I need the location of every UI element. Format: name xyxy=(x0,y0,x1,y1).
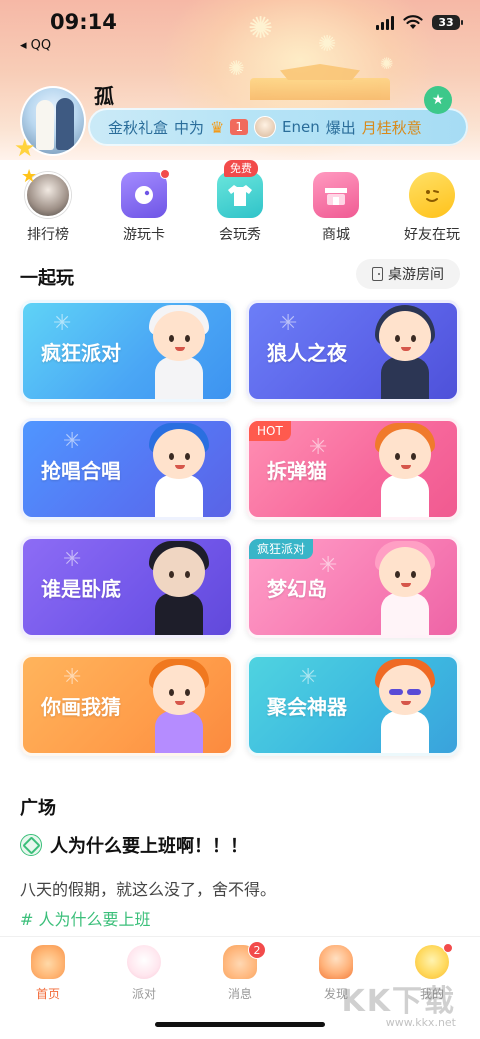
tab-home[interactable]: 首页 xyxy=(0,937,96,1039)
quick-label: 会玩秀 xyxy=(219,227,261,243)
quick-label: 好友在玩 xyxy=(404,227,460,243)
crown-icon: ♛ xyxy=(210,117,225,137)
singer-character xyxy=(133,421,223,517)
game-card-who-is-spy[interactable]: ✳ 谁是卧底 xyxy=(20,536,234,638)
red-bow-girl-character xyxy=(359,421,449,517)
crazy-party-tag: 疯狂派对 xyxy=(249,539,314,559)
room-button-label: 桌游房间 xyxy=(388,267,444,283)
sparkle-icon: ✳ xyxy=(63,429,82,454)
post-body[interactable]: 八天的假期，就这么没了，舍不得。 xyxy=(20,876,276,900)
bunny-party-icon xyxy=(127,945,161,979)
game-card-icon xyxy=(121,169,170,218)
notification-dot xyxy=(160,169,170,179)
game-card-bomb-cat[interactable]: HOT ✳ 拆弹猫 xyxy=(246,418,460,520)
shop-icon xyxy=(313,172,359,218)
game-title: 拆弹猫 xyxy=(267,459,327,483)
banner-verb: 爆出 xyxy=(325,118,356,137)
pink-hair-girl-character xyxy=(359,539,449,635)
topic-icon xyxy=(20,834,42,856)
post-title-text: 人为什么要上班啊！！！ xyxy=(50,836,248,857)
sparkle-icon: ✳ xyxy=(279,311,298,336)
wolf-costume-character xyxy=(359,303,449,399)
quick-shop[interactable]: 商城 xyxy=(288,172,384,244)
tab-label: 消息 xyxy=(227,987,252,1001)
post-hashtag[interactable]: # 人为什么要上班 xyxy=(20,906,151,930)
quick-label: 排行榜 xyxy=(27,227,69,243)
quick-friends-playing[interactable]: 好友在玩 xyxy=(384,172,480,244)
game-card-sing-chorus[interactable]: ✳ 抢唱合唱 xyxy=(20,418,234,520)
firework-icon: ✺ xyxy=(228,56,245,80)
door-icon xyxy=(372,267,383,281)
game-title: 狼人之夜 xyxy=(267,341,347,365)
firework-icon: ✺ xyxy=(248,11,274,46)
banner-item: 月桂秋意 xyxy=(361,118,422,137)
painter-girl-character xyxy=(133,657,223,753)
play-section-title: 一起玩 xyxy=(20,268,74,289)
quick-label: 游玩卡 xyxy=(123,227,165,243)
green-star-icon[interactable]: ★ xyxy=(424,86,452,114)
watermark-url: www.kkx.net xyxy=(385,1016,456,1029)
sparkle-icon: ✳ xyxy=(299,665,318,690)
friends-playing-icon xyxy=(409,172,455,218)
banner-mid: 中为 xyxy=(174,118,205,137)
plaza-section-title: 广场 xyxy=(20,798,56,819)
game-title: 抢唱合唱 xyxy=(41,459,121,483)
wifi-icon xyxy=(403,14,423,30)
crown-icon: ★ xyxy=(21,166,38,187)
quick-game-card[interactable]: 游玩卡 xyxy=(96,169,192,244)
quick-label: 商城 xyxy=(322,227,350,243)
quick-outfit-show[interactable]: 免费 会玩秀 xyxy=(192,160,288,244)
gift-announcement-banner[interactable]: 金秋礼盒 中为 ♛ 1 Enen 爆出 月桂秋意 xyxy=(88,108,468,146)
game-title: 梦幻岛 xyxy=(267,577,327,601)
game-card-crazy-party[interactable]: ✳ 疯狂派对 xyxy=(20,300,234,402)
game-title: 聚会神器 xyxy=(267,695,347,719)
status-indicators: 33 xyxy=(376,14,463,30)
home-indicator[interactable] xyxy=(155,1022,325,1027)
outfit-show-icon xyxy=(217,172,263,218)
cellular-signal-icon xyxy=(376,14,394,30)
game-title: 你画我猜 xyxy=(41,695,121,719)
sunglasses-girl-character xyxy=(359,657,449,753)
astronaut-character xyxy=(133,303,223,399)
banner-user: Enen xyxy=(282,118,320,136)
message-count-badge: 2 xyxy=(248,941,266,959)
rank-badge: 1 xyxy=(230,119,249,135)
quick-actions-row: ★ 排行榜 游玩卡 免费 会玩秀 商城 好友在玩 xyxy=(0,160,480,244)
battery-icon: 33 xyxy=(432,14,463,30)
plaza-post-title[interactable]: 人为什么要上班啊！！！ xyxy=(20,832,248,858)
header-banner-area: ✺ ✺ ✺ ✺ 09:14 ◂ QQ 33 ★ 孤 金秋礼盒 中为 ♛ 1 En… xyxy=(0,0,480,160)
game-card-werewolf-night[interactable]: ✳ 狼人之夜 xyxy=(246,300,460,402)
game-card-party-tool[interactable]: ✳ 聚会神器 xyxy=(246,654,460,756)
star-icon: ★ xyxy=(14,134,36,160)
palace-illustration xyxy=(250,78,390,100)
watermark-logo: KK下载 xyxy=(341,984,456,1019)
firework-icon: ✺ xyxy=(380,54,394,73)
leaderboard-avatar-icon: ★ xyxy=(21,166,71,218)
sparkle-icon: ✳ xyxy=(53,311,72,336)
sparkle-icon: ✳ xyxy=(63,665,82,690)
notification-dot xyxy=(443,943,453,953)
board-game-room-button[interactable]: 桌游房间 xyxy=(356,259,460,289)
quick-leaderboard[interactable]: ★ 排行榜 xyxy=(0,166,96,244)
winner-avatar xyxy=(254,116,277,138)
mascot-me-icon xyxy=(415,943,453,979)
lantern-discover-icon xyxy=(319,945,353,979)
home-icon xyxy=(31,945,65,979)
spy-character xyxy=(133,539,223,635)
back-to-app-link[interactable]: ◂ QQ xyxy=(20,38,51,53)
free-badge: 免费 xyxy=(224,160,258,177)
game-card-dream-island[interactable]: 疯狂派对 ✳ 梦幻岛 xyxy=(246,536,460,638)
banner-prefix: 金秋礼盒 xyxy=(108,118,169,137)
game-title: 谁是卧底 xyxy=(41,577,121,601)
firework-icon: ✺ xyxy=(318,32,337,57)
status-time: 09:14 xyxy=(50,10,117,34)
tab-label: 派对 xyxy=(131,987,156,1001)
game-title: 疯狂派对 xyxy=(41,341,121,365)
hot-tag: HOT xyxy=(249,421,291,441)
sparkle-icon: ✳ xyxy=(63,547,82,572)
tab-label: 首页 xyxy=(35,987,60,1001)
username[interactable]: 孤 xyxy=(94,80,114,109)
game-card-draw-guess[interactable]: ✳ 你画我猜 xyxy=(20,654,234,756)
